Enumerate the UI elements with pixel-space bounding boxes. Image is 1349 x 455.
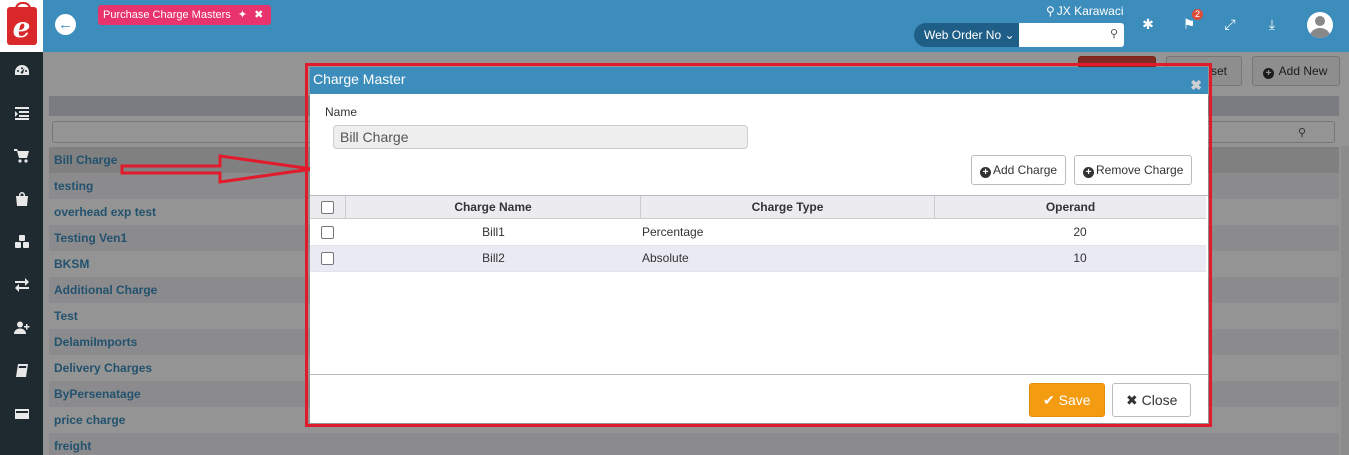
search-icon[interactable]: ⚲: [1110, 27, 1118, 40]
charge-type-cell[interactable]: Percentage: [642, 220, 703, 246]
modal-title: Charge Master: [313, 71, 406, 87]
charge-master-modal: Charge Master ✖ Name Bill Charge + Add Ch…: [310, 67, 1208, 423]
close-icon[interactable]: ✖: [1190, 73, 1202, 98]
user-plus-icon[interactable]: [0, 315, 43, 341]
notification-badge: 2: [1191, 9, 1203, 20]
chevron-down-icon: ⌄: [1004, 28, 1015, 42]
shopping-bag-logo-icon: e: [6, 2, 37, 45]
select-all-checkbox[interactable]: [321, 201, 334, 215]
save-button[interactable]: ✔ Save: [1029, 383, 1105, 417]
close-icon[interactable]: ✖: [254, 9, 263, 21]
search-input[interactable]: [1023, 23, 1103, 45]
search-type-value: Web Order No: [924, 28, 1002, 42]
plus-circle-icon: +: [980, 167, 991, 178]
plus-circle-icon: +: [1083, 167, 1094, 178]
location-label[interactable]: ⚲ JX Karawaci: [1046, 4, 1124, 18]
fullscreen-icon[interactable]: ⤢: [1220, 14, 1240, 34]
operand-cell[interactable]: 10: [935, 246, 1225, 272]
times-icon: ✖: [1126, 392, 1138, 408]
download-icon[interactable]: ⤓: [1262, 14, 1282, 34]
table-row[interactable]: Bill1 Percentage 20: [310, 220, 1206, 246]
save-label: Save: [1058, 392, 1091, 408]
check-icon: ✔: [1043, 392, 1055, 408]
select-all-cell: [310, 196, 346, 219]
row-checkbox-cell: [321, 246, 334, 272]
map-marker-icon: ⚲: [1046, 4, 1055, 18]
column-header-charge-name[interactable]: Charge Name: [346, 196, 641, 219]
left-sidebar: [0, 52, 43, 455]
gear-icon[interactable]: ✱: [1138, 14, 1158, 34]
column-header-operand[interactable]: Operand: [935, 196, 1206, 219]
user-avatar[interactable]: [1307, 12, 1333, 38]
grid-header: Charge Name Charge Type Operand: [310, 196, 1206, 219]
row-checkbox-cell: [321, 220, 334, 246]
credit-card-icon[interactable]: [0, 401, 43, 427]
annotation-arrow-icon: [120, 154, 313, 184]
remove-charge-label: Remove Charge: [1096, 163, 1184, 177]
modal-header: Charge Master ✖: [310, 67, 1208, 94]
charges-grid: Charge Name Charge Type Operand Bill1 Pe…: [310, 195, 1208, 375]
charge-name-cell[interactable]: Bill2: [346, 246, 641, 272]
pin-icon[interactable]: ✦: [238, 9, 247, 21]
app-logo[interactable]: e: [0, 0, 43, 52]
name-field[interactable]: Bill Charge: [333, 125, 748, 149]
close-button[interactable]: ✖ Close: [1112, 383, 1192, 417]
name-label: Name: [325, 105, 358, 119]
top-navbar: e ← Purchase Charge Masters ✦ ✖ ⚲ JX Kara…: [0, 0, 1349, 52]
row-checkbox[interactable]: [321, 226, 334, 240]
charge-name-cell[interactable]: Bill1: [346, 220, 641, 246]
dashboard-icon[interactable]: [0, 58, 43, 84]
cubes-icon[interactable]: [0, 229, 43, 255]
operand-cell[interactable]: 20: [935, 220, 1225, 246]
list-icon[interactable]: [0, 100, 43, 126]
exchange-icon[interactable]: [0, 272, 43, 298]
close-label: Close: [1141, 392, 1178, 408]
global-search: Web Order No ⌄ ⚲: [914, 23, 1124, 47]
row-checkbox[interactable]: [321, 252, 334, 266]
book-icon[interactable]: [0, 358, 43, 384]
flag-icon[interactable]: ⚑ 2: [1179, 9, 1203, 34]
charge-type-cell[interactable]: Absolute: [642, 246, 689, 272]
back-arrow-icon[interactable]: ←: [55, 14, 76, 35]
search-type-select[interactable]: Web Order No ⌄: [914, 23, 1019, 47]
search-input-wrap: ⚲: [1019, 23, 1124, 47]
add-charge-label: Add Charge: [993, 163, 1058, 177]
shopping-bag-icon[interactable]: [0, 186, 43, 212]
remove-charge-button[interactable]: + Remove Charge: [1074, 155, 1193, 185]
table-row[interactable]: Bill2 Absolute 10: [310, 246, 1206, 272]
shopping-cart-icon[interactable]: [0, 143, 43, 169]
location-text: JX Karawaci: [1056, 4, 1124, 18]
add-charge-button[interactable]: + Add Charge: [971, 155, 1067, 185]
column-header-charge-type[interactable]: Charge Type: [641, 196, 935, 219]
tab-purchase-charge-masters[interactable]: Purchase Charge Masters ✦ ✖: [98, 5, 272, 25]
tab-label: Purchase Charge Masters: [103, 9, 231, 21]
